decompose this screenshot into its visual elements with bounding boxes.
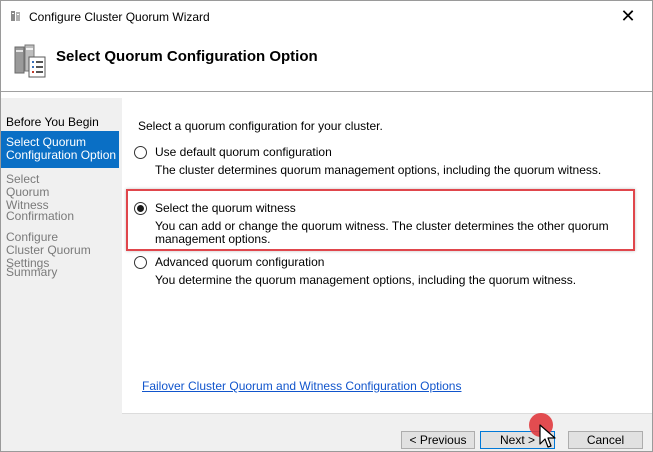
wizard-header: Select Quorum Configuration Option bbox=[1, 33, 652, 91]
nav-step-confirmation[interactable]: Confirmation bbox=[1, 210, 119, 223]
option-advanced-quorum-description: You determine the quorum management opti… bbox=[155, 273, 577, 287]
previous-button[interactable]: < Previous bbox=[401, 431, 475, 449]
option-default-quorum-description: The cluster determines quorum management… bbox=[155, 163, 602, 177]
window-title: Configure Cluster Quorum Wizard bbox=[29, 10, 210, 24]
option-advanced-quorum-label[interactable]: Advanced quorum configuration bbox=[155, 255, 324, 269]
radio-advanced-quorum[interactable] bbox=[134, 256, 147, 269]
instruction-text: Select a quorum configuration for your c… bbox=[138, 119, 383, 133]
option-select-witness-label[interactable]: Select the quorum witness bbox=[155, 201, 296, 215]
nav-step-select-quorum-configuration-option[interactable]: Select Quorum Configuration Option bbox=[1, 131, 119, 168]
close-icon: ✕ bbox=[620, 5, 636, 26]
footer-divider bbox=[122, 413, 652, 414]
radio-default-quorum[interactable] bbox=[134, 146, 147, 159]
title-bar: Configure Cluster Quorum Wizard ✕ bbox=[1, 1, 652, 33]
page-title: Select Quorum Configuration Option bbox=[56, 48, 318, 65]
wizard-body: Before You Begin Select Quorum Configura… bbox=[1, 98, 652, 451]
help-link[interactable]: Failover Cluster Quorum and Witness Conf… bbox=[142, 379, 461, 393]
cluster-wizard-icon bbox=[11, 11, 20, 21]
nav-step-summary[interactable]: Summary bbox=[1, 266, 119, 279]
mouse-pointer-icon bbox=[539, 424, 556, 448]
nav-step-select-quorum-witness[interactable]: Select Quorum Witness bbox=[1, 173, 81, 212]
wizard-window: Configure Cluster Quorum Wizard ✕ Select… bbox=[0, 0, 653, 452]
nav-step-before-you-begin[interactable]: Before You Begin bbox=[1, 116, 119, 129]
close-button[interactable]: ✕ bbox=[605, 1, 651, 31]
option-default-quorum-label[interactable]: Use default quorum configuration bbox=[155, 145, 332, 159]
option-select-witness-description: You can add or change the quorum witness… bbox=[155, 219, 609, 246]
cancel-button[interactable]: Cancel bbox=[568, 431, 643, 449]
radio-select-witness[interactable] bbox=[134, 202, 147, 215]
header-divider bbox=[1, 91, 652, 92]
cluster-servers-icon bbox=[14, 44, 46, 78]
wizard-content: Select a quorum configuration for your c… bbox=[122, 98, 652, 413]
